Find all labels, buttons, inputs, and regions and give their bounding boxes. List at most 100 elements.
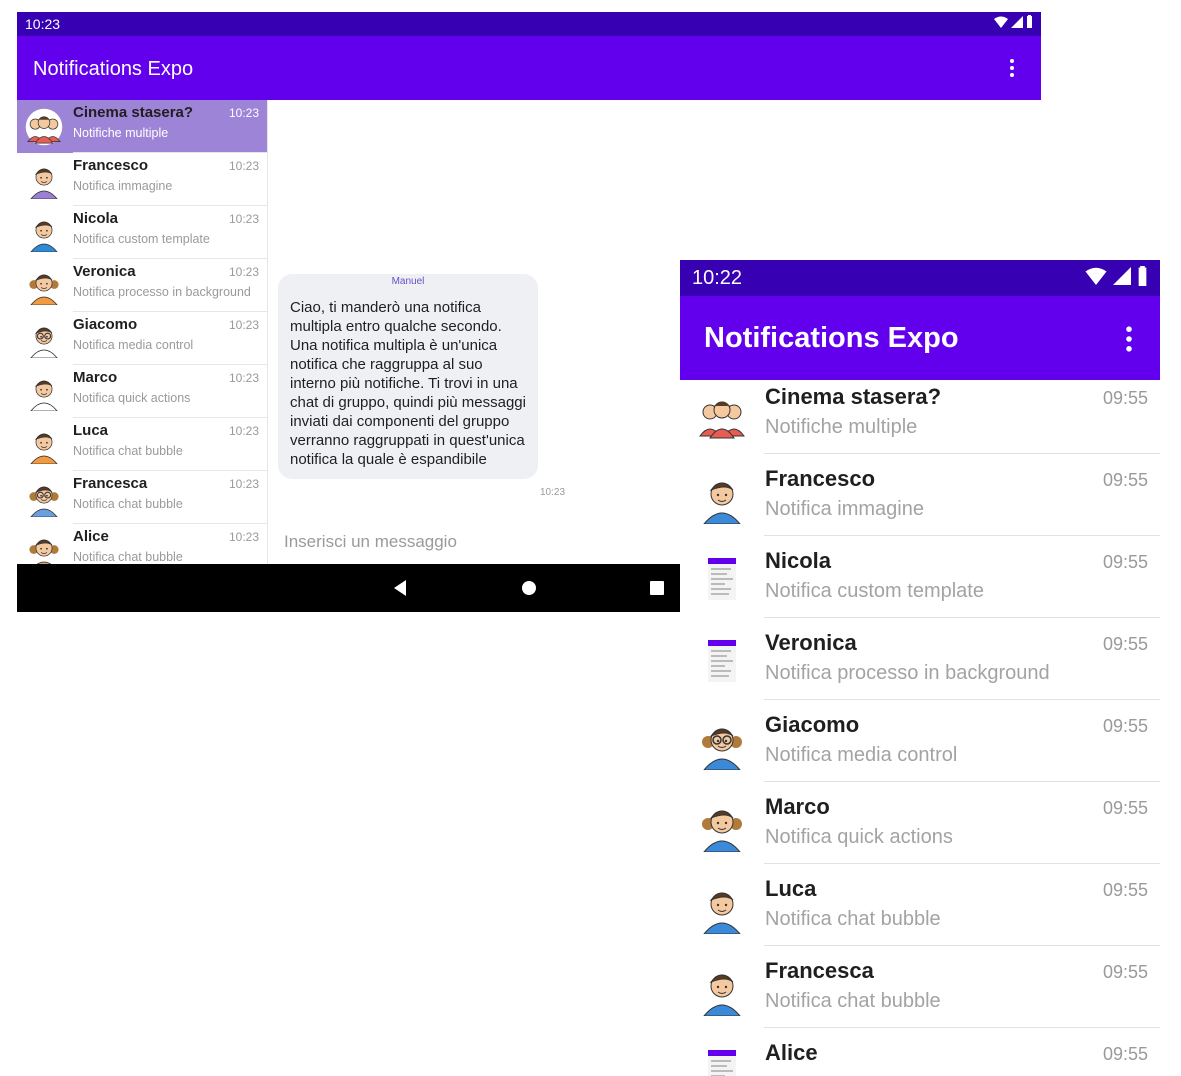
conversation-time: 10:23 [228, 265, 259, 279]
divider [764, 535, 1160, 536]
conversation-subtitle: Notifica custom template [765, 580, 984, 602]
conversation-time: 09:55 [1102, 962, 1148, 982]
conversation-time: 10:23 [228, 159, 259, 173]
conversation-item[interactable]: Giacomo Notifica media control 10:23 [17, 312, 267, 365]
man-beard-avatar-icon [696, 964, 748, 1017]
businessman-avatar-icon [696, 882, 748, 935]
conversation-item[interactable]: Veronica Notifica processo in background 0… [680, 628, 1160, 710]
conversation-name: Luca [73, 422, 109, 439]
wifi-icon [994, 16, 1008, 28]
conversation-name: Giacomo [73, 316, 138, 333]
conversation-item[interactable]: Marco Notifica quick actions 09:55 [680, 792, 1160, 874]
conversation-time: 09:55 [1102, 470, 1148, 490]
conversation-subtitle: Notifica immagine [73, 179, 173, 193]
conversation-subtitle: Notifica processo in background [765, 662, 1050, 684]
conversation-item[interactable]: Cinema stasera? Notifiche multiple 09:55 [680, 382, 1160, 464]
app-title: Notifications Expo [33, 58, 194, 80]
conversation-item[interactable]: Veronica Notifica processo in background 1… [17, 259, 267, 312]
conversation-item[interactable]: Luca Notifica chat bubble 10:23 [17, 418, 267, 471]
screenshot-thumbnail-icon [696, 554, 748, 606]
conversation-list: Cinema stasera? Notifiche multiple 10:23 Fr… [17, 100, 268, 576]
signal-icon [1113, 267, 1131, 285]
conversation-item[interactable]: Francesca Notifica chat bubble 10:23 [17, 471, 267, 524]
conversation-item[interactable]: Alice 09:55 [680, 1038, 1160, 1076]
conversation-subtitle: Notifica chat bubble [73, 444, 183, 458]
divider [764, 453, 1160, 454]
message-sender: Manuel [391, 276, 425, 287]
conversation-subtitle: Notifica quick actions [73, 391, 191, 405]
conversation-name: Veronica [73, 263, 136, 280]
screenshot-thumbnail-icon [696, 636, 748, 688]
businessman-avatar-icon [25, 373, 63, 412]
girl-glasses-avatar-icon [25, 479, 63, 518]
conversation-name: Marco [73, 369, 118, 386]
conversation-name: Francesco [73, 157, 149, 174]
divider [764, 1027, 1160, 1028]
divider [764, 699, 1160, 700]
conversation-subtitle: Notifica custom template [73, 232, 210, 246]
app-title: Notifications Expo [704, 322, 959, 354]
conversation-item[interactable]: Giacomo Notifica media control 09:55 [680, 710, 1160, 792]
conversation-item[interactable]: Nicola Notifica custom template 09:55 [680, 546, 1160, 628]
conversation-item[interactable]: Luca Notifica chat bubble 09:55 [680, 874, 1160, 956]
conversation-item[interactable]: Cinema stasera? Notifiche multiple 10:23 [17, 100, 267, 153]
battery-icon [1027, 15, 1032, 28]
conversation-time: 09:55 [1102, 552, 1148, 572]
more-vert-icon[interactable] [1007, 58, 1017, 78]
status-time: 10:23 [25, 16, 61, 32]
conversation-name: Nicola [765, 548, 832, 573]
phone-screenshot: 10:22 Notifications Expo Cinema stasera?… [680, 260, 1160, 1076]
conversation-item[interactable]: Francesca Notifica chat bubble 09:55 [680, 956, 1160, 1038]
conversation-name: Nicola [73, 210, 119, 227]
conversation-time: 10:23 [228, 371, 259, 385]
woman-glasses-avatar-icon [696, 718, 748, 771]
wifi-icon [1085, 267, 1107, 285]
conversation-subtitle: Notifica chat bubble [73, 497, 183, 511]
app-bar: Notifications Expo [17, 36, 1041, 100]
divider [764, 781, 1160, 782]
conversation-subtitle: Notifica chat bubble [765, 908, 941, 930]
conversation-subtitle: Notifica media control [765, 744, 958, 766]
conversation-time: 10:23 [228, 477, 259, 491]
man-glasses-avatar-icon [25, 320, 63, 359]
conversation-item[interactable]: Francesco Notifica immagine 10:23 [17, 153, 267, 206]
back-icon[interactable] [391, 578, 411, 598]
message-input[interactable]: Inserisci un messaggio [284, 532, 457, 552]
conversation-name: Cinema stasera? [73, 104, 194, 121]
conversation-time: 09:55 [1102, 798, 1148, 818]
conversation-name: Veronica [765, 630, 857, 655]
conversation-subtitle: Notifiche multiple [73, 126, 169, 140]
conversation-time: 09:55 [1102, 716, 1148, 736]
home-icon[interactable] [519, 578, 539, 598]
message-bubble: Manuel Ciao, ti manderò una notifica mul… [278, 274, 538, 479]
status-icons [994, 15, 1033, 28]
conversation-time: 10:23 [228, 106, 259, 120]
girl-pigtails-avatar-icon [696, 800, 748, 853]
status-bar: 10:22 [680, 260, 1160, 296]
conversation-name: Cinema stasera? [765, 384, 942, 409]
conversation-item[interactable]: Nicola Notifica custom template 10:23 [17, 206, 267, 259]
conversation-name: Marco [765, 794, 830, 819]
conversation-subtitle: Notifica quick actions [765, 826, 953, 848]
message-time: 10:23 [540, 487, 566, 498]
conversation-subtitle: Notifica media control [73, 338, 194, 352]
conversation-time: 09:55 [1102, 880, 1148, 900]
boy-avatar-icon [25, 426, 63, 465]
signal-icon [1011, 15, 1023, 28]
conversation-time: 10:23 [228, 318, 259, 332]
divider [764, 617, 1160, 618]
conversation-name: Francesco [765, 466, 876, 491]
conversation-subtitle: Notifica chat bubble [73, 550, 183, 564]
man-avatar-icon [25, 214, 63, 253]
more-vert-icon[interactable] [1122, 324, 1136, 354]
conversation-item[interactable]: Marco Notifica quick actions 10:23 [17, 365, 267, 418]
conversation-time: 10:23 [228, 530, 259, 544]
conversation-item[interactable]: Francesco Notifica immagine 09:55 [680, 464, 1160, 546]
recents-icon[interactable] [647, 578, 667, 598]
divider [764, 945, 1160, 946]
status-bar: 10:23 [17, 12, 1041, 36]
navigation-bar [17, 564, 680, 612]
conversation-subtitle: Notifiche multiple [765, 416, 918, 438]
status-time: 10:22 [692, 267, 743, 289]
man-avatar-icon [696, 472, 748, 525]
